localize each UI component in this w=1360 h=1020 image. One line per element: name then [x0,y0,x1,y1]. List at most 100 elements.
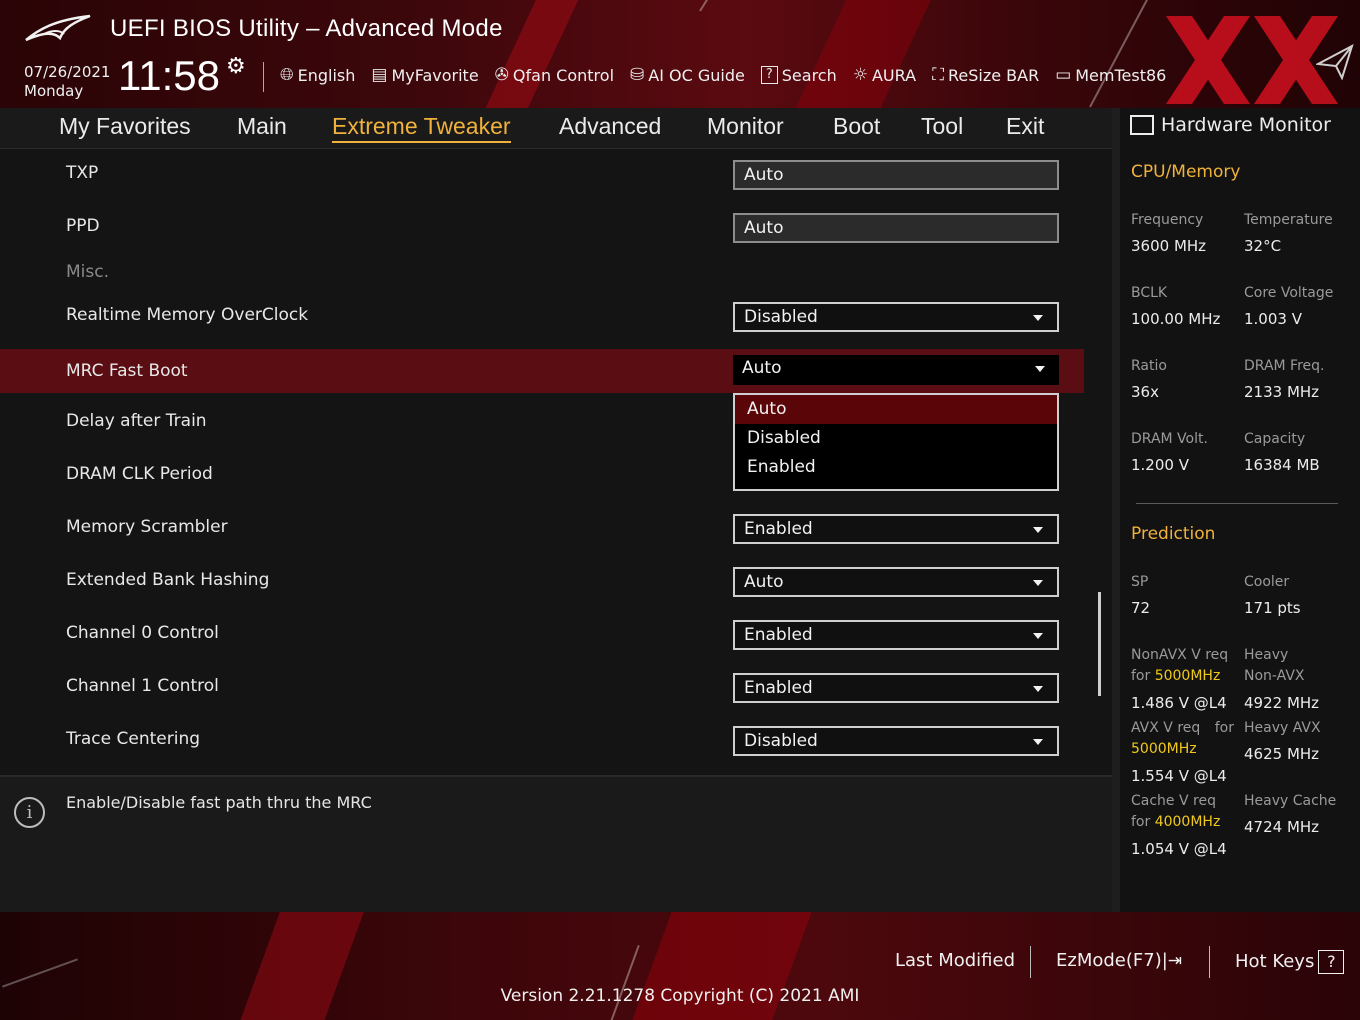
cursor-arrow-logo-icon [1316,44,1354,80]
tab-monitor[interactable]: Monitor [707,113,784,140]
header-bar: UEFI BIOS Utility – Advanced Mode 07/26/… [0,0,1360,108]
cooler-value: 171 pts [1244,599,1301,617]
date-display: 07/26/2021 Monday [24,63,110,101]
setting-row-memory-scrambler[interactable]: Memory Scrambler Enabled [0,505,1084,549]
setting-value: Enabled [744,678,813,698]
settings-scrollbar[interactable] [1098,592,1101,696]
tab-exit[interactable]: Exit [1006,113,1044,140]
setting-value: Auto [744,165,784,185]
core-voltage-label: Core Voltage [1244,285,1334,301]
setting-row-channel-1-control[interactable]: Channel 1 Control Enabled [0,664,1084,708]
dropdown-option-disabled[interactable]: Disabled [735,424,1057,453]
cpu-memory-heading: CPU/Memory [1131,162,1241,182]
setting-row-ppd[interactable]: PPD Auto [0,204,1084,248]
setting-row-txp[interactable]: TXP Auto [0,151,1084,195]
favorite-icon: ▤ [371,65,388,85]
setting-dropdown[interactable]: Auto [733,567,1059,597]
cache-for-line: for 4000MHz [1131,812,1220,833]
setting-value: Disabled [744,731,818,751]
setting-value: Auto [744,218,784,238]
tab-advanced[interactable]: Advanced [559,113,661,140]
chevron-down-icon [1033,739,1043,745]
toolbar-aura-button[interactable]: ☼ AURA [853,65,916,85]
setting-value: Enabled [744,625,813,645]
section-header-misc: Misc. [0,250,1084,294]
avx-req-label: AVX V req [1131,720,1201,736]
toolbar-resize-bar-button[interactable]: ⛶ ReSize BAR [932,65,1039,85]
chevron-down-icon [1033,315,1043,321]
toolbar-label: Qfan Control [512,65,615,85]
tab-boot[interactable]: Boot [833,113,880,140]
toolbar-memtest-button[interactable]: ▭ MemTest86 [1055,65,1166,85]
setting-dropdown[interactable]: Enabled [733,620,1059,650]
setting-label: DRAM CLK Period [66,464,213,484]
tab-my-favorites[interactable]: My Favorites [59,113,191,140]
aura-icon: ☼ [852,65,868,85]
toolbar-language-button[interactable]: 🌐︎ English [280,65,355,85]
setting-dropdown[interactable]: Disabled [733,302,1059,332]
frequency-value: 3600 MHz [1131,237,1207,255]
setting-label: Channel 1 Control [66,676,219,696]
setting-dropdown[interactable]: Enabled [733,514,1059,544]
chevron-down-icon [1033,686,1043,692]
hot-keys-button[interactable]: Hot Keys? [1235,950,1345,974]
footer-divider [1030,946,1031,978]
clock-settings-gear-icon[interactable]: ⚙ [226,54,246,79]
capacity-label: Capacity [1244,431,1306,447]
dram-freq-value: 2133 MHz [1244,383,1320,401]
question-mark-icon: ? [1318,950,1345,974]
for-label: for [1131,814,1151,830]
setting-dropdown[interactable]: Enabled [733,673,1059,703]
heavy-nonavx-label-2: Non-AVX [1244,668,1305,684]
ezmode-button[interactable]: EzMode(F7)|⇥ [1056,950,1182,971]
setting-dropdown[interactable]: Disabled [733,726,1059,756]
for-label: for [1131,668,1151,684]
dropdown-option-enabled[interactable]: Enabled [735,453,1057,482]
decorative-streak [699,0,818,12]
setting-label: Realtime Memory OverClock [66,305,309,325]
toolbar-myfavorite-button[interactable]: ▤ MyFavorite [371,65,478,85]
tab-main[interactable]: Main [237,113,287,140]
setting-row-realtime-memory-overclock[interactable]: Realtime Memory OverClock Disabled [0,293,1084,337]
toolbar-label: MemTest86 [1075,65,1167,85]
cache-label: Cache V req [1131,793,1216,809]
temperature-value: 32°C [1244,237,1282,255]
dropdown-option-auto[interactable]: Auto [735,395,1057,424]
app-title: UEFI BIOS Utility – Advanced Mode [110,15,503,42]
toolbar-ai-oc-guide-button[interactable]: ⛁ AI OC Guide [630,65,745,85]
tab-tool[interactable]: Tool [921,113,963,140]
mrc-fast-boot-options-list[interactable]: Auto Disabled Enabled [733,393,1059,491]
bclk-label: BCLK [1131,285,1168,301]
footer-divider [1209,946,1210,978]
chevron-down-icon [1033,580,1043,586]
avx-label: AVX V req for [1131,718,1234,739]
sp-label: SP [1131,574,1149,590]
setting-value-field[interactable]: Auto [733,160,1059,190]
toolbar-search-button[interactable]: ? Search [760,66,837,85]
rog-logo-icon [25,14,91,42]
search-icon: ? [760,66,778,84]
setting-label: Channel 0 Control [66,623,219,643]
last-modified-button[interactable]: Last Modified [895,950,1015,971]
setting-row-channel-0-control[interactable]: Channel 0 Control Enabled [0,611,1084,655]
prediction-heading: Prediction [1131,524,1216,544]
setting-label: Extended Bank Hashing [66,570,270,590]
setting-dropdown[interactable]: Auto [733,355,1059,385]
setting-value-field[interactable]: Auto [733,213,1059,243]
section-label: Misc. [66,262,109,282]
toolbar-qfan-button[interactable]: ✇ Qfan Control [495,65,614,85]
tab-extreme-tweaker[interactable]: Extreme Tweaker [332,113,511,143]
setting-row-trace-centering[interactable]: Trace Centering Disabled [0,717,1084,761]
day-text: Monday [24,82,84,100]
avx-target-freq: 5000MHz [1131,741,1197,757]
ratio-value: 36x [1131,383,1159,401]
setting-row-extended-bank-hashing[interactable]: Extended Bank Hashing Auto [0,558,1084,602]
setting-value: Enabled [744,519,813,539]
ai-chip-icon: ⛁ [630,65,645,85]
heavy-cache-value: 4724 MHz [1244,818,1320,836]
nonavx-voltage: 1.486 V @L4 [1131,694,1227,712]
monitor-icon [1130,115,1154,135]
help-panel: i Enable/Disable fast path thru the MRC [0,775,1112,914]
setting-row-mrc-fast-boot[interactable]: MRC Fast Boot Auto [0,349,1084,393]
help-text: Enable/Disable fast path thru the MRC [66,793,372,812]
